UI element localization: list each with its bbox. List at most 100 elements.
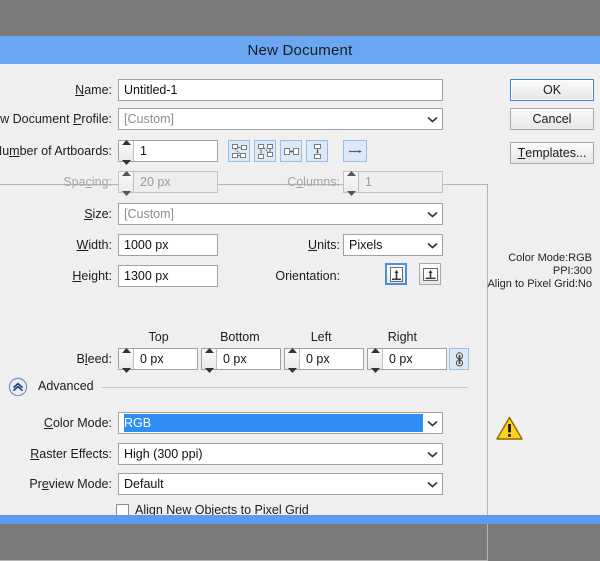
- bleed-left-value[interactable]: 0 px: [300, 349, 363, 369]
- bleed-top-spin-buttons[interactable]: [119, 349, 134, 369]
- spin-up-icon[interactable]: [288, 340, 297, 358]
- spin-up-icon[interactable]: [122, 132, 131, 150]
- orientation-label: Orientation:: [275, 269, 340, 283]
- color-mode-select[interactable]: RGB: [118, 412, 443, 434]
- dialog-title: New Document: [248, 42, 353, 59]
- bleed-bottom-value[interactable]: 0 px: [217, 349, 280, 369]
- profile-select[interactable]: [Custom]: [118, 108, 443, 130]
- bleed-left-stepper[interactable]: 0 px: [284, 348, 364, 370]
- spacing-label: Spacing:: [63, 175, 112, 189]
- bleed-label: Bleed:: [77, 352, 112, 366]
- spacing-label-wrap: Spacing:: [0, 171, 112, 193]
- dialog-bottom-border: [0, 515, 600, 524]
- artboard-grid-by-row-button[interactable]: [228, 140, 250, 162]
- spin-down-icon[interactable]: [122, 360, 131, 378]
- bleed-right-stepper[interactable]: 0 px: [367, 348, 447, 370]
- dialog-title-bar: New Document: [0, 36, 600, 64]
- bleed-bottom-stepper[interactable]: 0 px: [201, 348, 281, 370]
- spacing-stepper: 20 px: [118, 171, 218, 193]
- raster-effects-label: Raster Effects:: [30, 447, 112, 461]
- raster-effects-select[interactable]: High (300 ppi): [118, 443, 443, 465]
- units-label: Units:: [308, 238, 340, 252]
- summary-color-mode: Color Mode:RGB: [442, 252, 592, 265]
- orientation-buttons: [385, 263, 441, 285]
- spin-down-icon[interactable]: [288, 360, 297, 378]
- new-document-dialog: New Document Name: Untitled-1 New Docume…: [0, 36, 600, 524]
- units-select[interactable]: Pixels: [343, 234, 443, 256]
- spin-up-icon: [122, 163, 131, 181]
- spin-up-icon: [347, 163, 356, 181]
- artboard-change-direction-button[interactable]: [343, 140, 367, 162]
- chevron-down-icon: [423, 204, 442, 224]
- height-input[interactable]: 1300 px: [118, 265, 218, 287]
- advanced-divider: [102, 387, 468, 388]
- spacing-spin-buttons: [119, 172, 134, 192]
- chevron-down-icon: [423, 444, 442, 464]
- spin-down-icon: [347, 183, 356, 201]
- artboards-label: Number of Artboards:: [0, 144, 112, 158]
- raster-effects-label-wrap: Raster Effects:: [0, 443, 112, 465]
- chevron-up-circle-icon: [8, 377, 28, 397]
- templates-button[interactable]: Templates...: [510, 142, 594, 164]
- bleed-right-value[interactable]: 0 px: [383, 349, 446, 369]
- chevron-down-icon: [423, 109, 442, 129]
- landscape-icon-button[interactable]: [419, 263, 441, 285]
- advanced-toggle-button[interactable]: [8, 377, 30, 399]
- profile-label: New Document Profile:: [0, 112, 112, 126]
- name-input[interactable]: Untitled-1: [118, 79, 443, 101]
- bleed-top-stepper[interactable]: 0 px: [118, 348, 198, 370]
- artboards-stepper[interactable]: 1: [118, 140, 218, 162]
- width-label: Width:: [77, 238, 112, 252]
- artboards-spin-buttons[interactable]: [119, 141, 134, 161]
- spin-up-icon[interactable]: [205, 340, 214, 358]
- spin-up-icon[interactable]: [371, 340, 380, 358]
- size-select[interactable]: [Custom]: [118, 203, 443, 225]
- preview-mode-label-wrap: Preview Mode:: [0, 473, 112, 495]
- summary-ppi: PPI:300: [442, 265, 592, 278]
- bleed-top-value[interactable]: 0 px: [134, 349, 197, 369]
- width-input[interactable]: 1000 px: [118, 234, 218, 256]
- bleed-right-spin-buttons[interactable]: [368, 349, 383, 369]
- dialog-body: Name: Untitled-1 New Document Profile: […: [0, 64, 600, 515]
- spin-up-icon[interactable]: [122, 340, 131, 358]
- bleed-left-spin-buttons[interactable]: [285, 349, 300, 369]
- spin-down-icon[interactable]: [205, 360, 214, 378]
- raster-effects-value: High (300 ppi): [124, 447, 423, 461]
- columns-stepper: 1: [343, 171, 443, 193]
- spin-down-icon[interactable]: [371, 360, 380, 378]
- name-label: Name:: [75, 83, 112, 97]
- height-label-wrap: Height:: [0, 265, 112, 287]
- size-value: [Custom]: [124, 207, 423, 221]
- artboard-grid-by-column-button[interactable]: [254, 140, 276, 162]
- cancel-button[interactable]: Cancel: [510, 108, 594, 130]
- artboard-top-to-bottom-button[interactable]: [306, 140, 328, 162]
- preview-mode-label: Preview Mode:: [29, 477, 112, 491]
- bleed-link-button[interactable]: [449, 348, 469, 370]
- artboards-value[interactable]: 1: [134, 141, 217, 161]
- bleed-label-wrap: Bleed:: [0, 348, 112, 370]
- warning-icon: [496, 416, 523, 441]
- color-mode-label-wrap: Color Mode:: [0, 412, 112, 434]
- chevron-down-icon: [423, 474, 442, 494]
- size-label: Size:: [84, 207, 112, 221]
- warning-indicator: [496, 416, 523, 446]
- advanced-section-label: Advanced: [38, 379, 94, 393]
- portrait-icon-button[interactable]: [385, 263, 407, 285]
- width-label-wrap: Width:: [0, 234, 112, 256]
- profile-label-wrap: New Document Profile:: [0, 108, 112, 130]
- bleed-bottom-spin-buttons[interactable]: [202, 349, 217, 369]
- spin-down-icon: [122, 183, 131, 201]
- columns-label: Columns:: [287, 175, 340, 189]
- bleed-column-headers: Top Bottom Left Right: [118, 330, 443, 344]
- color-mode-value: RGB: [124, 414, 423, 432]
- artboards-label-wrap: Number of Artboards:: [0, 140, 112, 162]
- link-icon: [454, 352, 465, 367]
- color-mode-value-wrap: RGB: [124, 414, 423, 432]
- ok-button[interactable]: OK: [510, 79, 594, 101]
- chevron-down-icon: [423, 413, 442, 433]
- artboard-left-to-right-button[interactable]: [280, 140, 302, 162]
- preview-mode-value: Default: [124, 477, 423, 491]
- preview-mode-select[interactable]: Default: [118, 473, 443, 495]
- name-label-wrap: Name:: [0, 79, 112, 101]
- chevron-down-icon: [423, 235, 442, 255]
